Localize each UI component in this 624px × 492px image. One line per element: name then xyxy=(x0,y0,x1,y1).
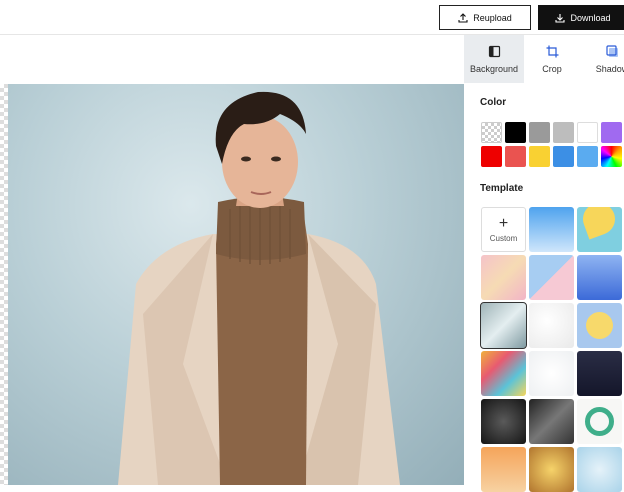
swatch-sky-blue[interactable] xyxy=(577,146,598,167)
template-dark-silk[interactable] xyxy=(529,399,574,444)
tab-shadow[interactable]: Shadow xyxy=(582,35,624,83)
subject-photo[interactable] xyxy=(8,84,464,485)
download-label: Download xyxy=(570,12,611,23)
tab-background[interactable]: Background xyxy=(464,35,524,83)
swatch-white[interactable] xyxy=(577,122,598,143)
edit-panel: Background Crop Shadow Color Template + … xyxy=(464,35,624,492)
template-ice[interactable] xyxy=(577,447,622,492)
template-pink-pastel[interactable] xyxy=(481,255,526,300)
custom-label: Custom xyxy=(489,233,518,243)
template-blue-gradient[interactable] xyxy=(577,255,622,300)
template-blue-sun[interactable] xyxy=(577,303,622,348)
crop-icon xyxy=(546,45,558,57)
download-button[interactable]: Download xyxy=(538,5,624,30)
shadow-icon xyxy=(605,44,618,57)
template-blue-pink[interactable] xyxy=(529,255,574,300)
swatch-rainbow[interactable] xyxy=(601,146,622,167)
color-section-title: Color xyxy=(480,97,507,108)
template-green-ring[interactable] xyxy=(577,399,622,444)
template-white-soft[interactable] xyxy=(529,303,574,348)
template-colorful-blobs[interactable] xyxy=(481,351,526,396)
swatch-yellow[interactable] xyxy=(529,146,550,167)
template-orange-gradient[interactable] xyxy=(481,447,526,492)
portrait-illustration xyxy=(118,91,400,485)
transparency-strip xyxy=(0,84,8,485)
swatch-black[interactable] xyxy=(505,122,526,143)
tab-crop-label: Crop xyxy=(542,63,562,74)
swatch-transparent[interactable] xyxy=(481,122,502,143)
template-dark-spot[interactable] xyxy=(481,399,526,444)
template-blue-sky[interactable] xyxy=(529,207,574,252)
swatch-gray[interactable] xyxy=(529,122,550,143)
editor-canvas xyxy=(0,35,464,485)
tab-crop[interactable]: Crop xyxy=(526,35,578,83)
swatch-coral[interactable] xyxy=(505,146,526,167)
background-icon xyxy=(488,45,500,57)
template-silver[interactable] xyxy=(480,302,527,349)
swatch-blue[interactable] xyxy=(553,146,574,167)
reupload-label: Reupload xyxy=(473,12,512,23)
download-icon xyxy=(555,13,566,23)
swatch-light-gray[interactable] xyxy=(553,122,574,143)
tab-background-label: Background xyxy=(469,63,519,74)
swatch-purple[interactable] xyxy=(601,122,622,143)
tab-shadow-label: Shadow xyxy=(595,63,624,74)
template-gold-bokeh[interactable] xyxy=(529,447,574,492)
template-section-title: Template xyxy=(480,183,524,194)
template-dark-navy[interactable] xyxy=(577,351,622,396)
panel-tabs: Background Crop Shadow xyxy=(464,35,624,83)
top-bar: Reupload Download xyxy=(0,0,624,35)
template-teal-yellow[interactable] xyxy=(577,207,622,252)
custom-template-button[interactable]: + Custom xyxy=(481,207,526,252)
reupload-button[interactable]: Reupload xyxy=(439,5,531,30)
template-feathers[interactable] xyxy=(529,351,574,396)
upload-icon xyxy=(458,12,468,23)
plus-icon: + xyxy=(498,214,509,232)
swatch-red[interactable] xyxy=(481,146,502,167)
